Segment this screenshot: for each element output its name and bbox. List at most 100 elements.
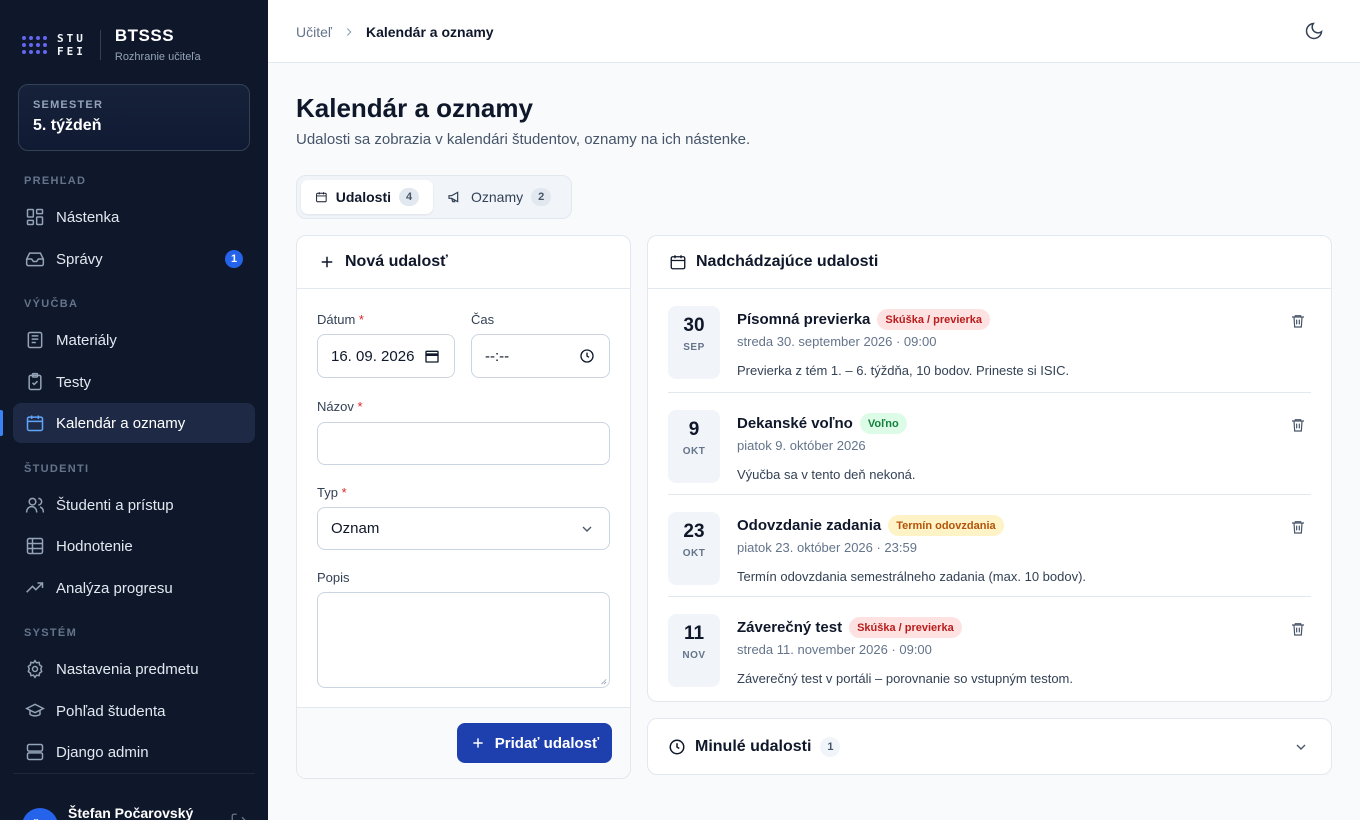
event-day: 30 <box>683 315 705 336</box>
stu-logo-icon <box>22 35 47 54</box>
upcoming-events-header: Nadchádzajúce udalosti <box>648 236 1331 289</box>
dashboard-icon <box>26 208 44 226</box>
sidebar-item-tests[interactable]: Testy <box>13 362 255 402</box>
event-item: 11 NOV Záverečný test Skúška / previerka… <box>668 596 1311 698</box>
book-icon <box>27 331 43 349</box>
name-input[interactable] <box>317 422 610 465</box>
users-icon <box>25 497 45 513</box>
plus-icon <box>473 738 483 748</box>
event-item: 23 OKT Odovzdanie zadania Termín odovzda… <box>668 494 1311 596</box>
event-title: Dekanské voľno <box>737 415 853 432</box>
event-description: Termín odovzdania semestrálneho zadania … <box>737 569 1087 584</box>
sidebar-item-label: Pohľad študenta <box>56 702 166 720</box>
sidebar-item-students[interactable]: Študenti a prístup <box>13 485 255 525</box>
form-footer: Pridať udalosť <box>297 707 630 778</box>
sidebar-item-label: Nastavenia predmetu <box>56 660 199 678</box>
sidebar-item-dashboard[interactable]: Nástenka <box>13 197 255 237</box>
add-event-button[interactable]: Pridať udalosť <box>457 723 612 763</box>
time-label: Čas <box>471 312 495 327</box>
page-subtitle: Udalosti sa zobrazia v kalendári študent… <box>296 131 751 148</box>
event-title: Písomná previerka <box>737 311 871 328</box>
sidebar-item-materials[interactable]: Materiály <box>13 320 255 360</box>
sidebar-item-label: Hodnotenie <box>56 537 133 555</box>
grid-icon <box>26 537 44 555</box>
event-description: Výučba sa v tento deň nekoná. <box>737 467 916 482</box>
logo-text-fei: FEI <box>57 44 86 58</box>
event-datetime: piatok 23. október 2026 · 23:59 <box>737 540 917 555</box>
new-event-title: Nová udalosť <box>345 253 448 270</box>
trending-up-icon <box>26 582 44 593</box>
app-title: BTSSS <box>114 26 175 45</box>
nav-section-system: SYSTÉM <box>24 627 78 639</box>
sidebar-item-django-admin[interactable]: Django admin <box>13 732 255 772</box>
required-mark: * <box>341 485 347 500</box>
event-title: Záverečný test <box>737 619 843 636</box>
app-subtitle: Rozhranie učiteľa <box>114 51 201 63</box>
description-textarea[interactable] <box>317 592 610 688</box>
logo-text: STU FEI <box>57 32 86 58</box>
sidebar-item-label: Django admin <box>56 743 149 761</box>
trash-icon[interactable] <box>1290 313 1306 329</box>
past-events-toggle[interactable]: Minulé udalosti 1 <box>647 718 1332 775</box>
sidebar-item-progress[interactable]: Analýza progresu <box>13 568 255 608</box>
gear-icon <box>27 659 43 679</box>
logout-icon[interactable] <box>230 812 248 820</box>
trash-icon[interactable] <box>1290 519 1306 535</box>
tab-announcements[interactable]: Oznamy 2 <box>433 180 565 214</box>
sidebar-item-label: Nástenka <box>56 208 120 226</box>
date-input[interactable]: 16. 09. 2026 <box>317 334 455 378</box>
logo-text-stu: STU <box>57 31 86 45</box>
graduation-cap-icon <box>25 703 45 717</box>
tab-count: 4 <box>399 188 419 206</box>
add-event-button-label: Pridať udalosť <box>494 734 600 752</box>
event-item: 9 OKT Dekanské voľno Voľno piatok 9. okt… <box>668 392 1311 494</box>
nav-section-teaching: VÝUČBA <box>24 298 79 310</box>
sidebar-item-label: Testy <box>56 373 92 391</box>
new-event-card: Nová udalosť Dátum * 16. 09. 2026 Čas --… <box>296 235 631 779</box>
calendar-picker-icon[interactable] <box>424 348 440 364</box>
user-divider <box>13 773 255 774</box>
event-month: OKT <box>682 548 706 559</box>
sidebar-item-messages[interactable]: Správy 1 <box>13 239 255 279</box>
event-datetime: piatok 9. október 2026 <box>737 438 866 453</box>
breadcrumb-parent[interactable]: Učiteľ <box>296 24 332 40</box>
trash-icon[interactable] <box>1290 417 1306 433</box>
date-label-text: Dátum <box>317 312 356 327</box>
sidebar-item-student-view[interactable]: Pohľad študenta <box>13 691 255 731</box>
user-profile[interactable]: ŠP Štefan Počarovský <box>22 800 193 820</box>
type-value: Oznam <box>331 520 380 537</box>
type-label-text: Typ <box>317 485 338 500</box>
clock-icon[interactable] <box>579 348 595 364</box>
event-date-box: 30 SEP <box>668 306 720 379</box>
clock-icon <box>669 739 685 754</box>
sidebar-item-label: Študenti a prístup <box>56 496 174 514</box>
sidebar-item-settings[interactable]: Nastavenia predmetu <box>13 649 255 689</box>
chevron-down-icon <box>582 526 592 532</box>
type-label: Typ * <box>317 485 347 500</box>
chevron-down-icon <box>1296 744 1306 750</box>
breadcrumb-current: Kalendár a oznamy <box>365 24 494 40</box>
time-input[interactable]: --:-- <box>471 334 610 378</box>
date-value: 16. 09. 2026 <box>331 347 415 365</box>
server-icon <box>26 743 44 761</box>
sidebar-item-grading[interactable]: Hodnotenie <box>13 526 255 566</box>
name-label: Názov * <box>317 399 363 414</box>
avatar: ŠP <box>22 808 58 820</box>
event-title: Odovzdanie zadania <box>737 517 882 534</box>
resize-handle-icon[interactable] <box>599 677 607 685</box>
trash-icon[interactable] <box>1290 621 1306 637</box>
tab-count: 2 <box>531 188 552 206</box>
type-select[interactable]: Oznam <box>317 507 610 550</box>
page-title: Kalendár a oznamy <box>296 93 533 123</box>
inbox-icon <box>25 252 45 267</box>
name-label-text: Názov <box>317 399 354 414</box>
event-day: 9 <box>688 419 700 440</box>
date-label: Dátum * <box>317 312 364 327</box>
sidebar-item-calendar[interactable]: Kalendár a oznamy <box>13 403 255 443</box>
moon-icon[interactable] <box>1304 21 1324 41</box>
required-mark: * <box>357 399 363 414</box>
upcoming-events-title: Nadchádzajúce udalosti <box>696 253 879 270</box>
event-date-box: 9 OKT <box>668 410 720 483</box>
brand[interactable]: STU FEI BTSSS Rozhranie učiteľa <box>22 26 201 63</box>
tab-events[interactable]: Udalosti 4 <box>301 180 433 214</box>
